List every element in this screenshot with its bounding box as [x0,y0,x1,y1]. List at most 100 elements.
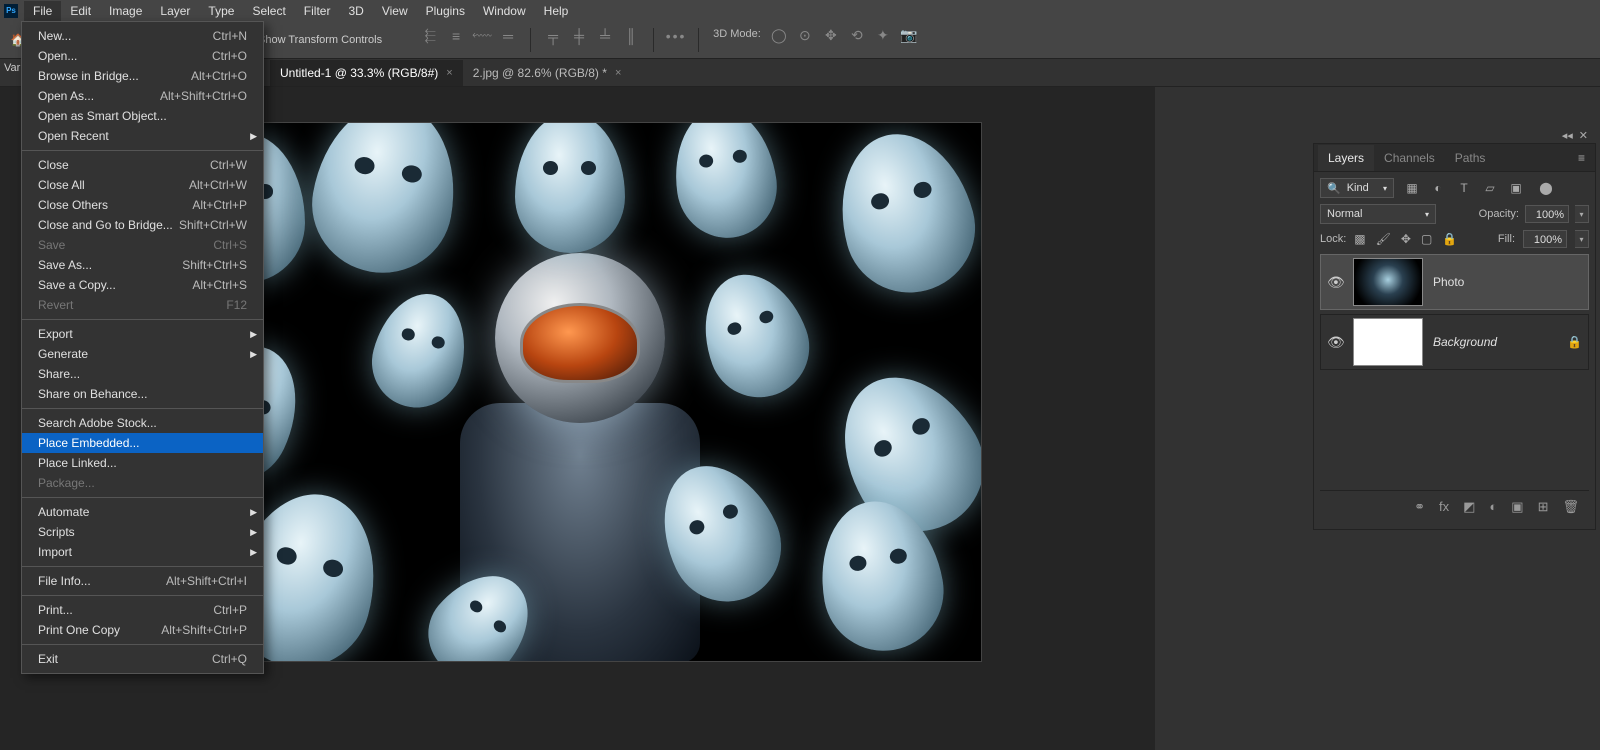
group-icon[interactable]: ▣ [1511,499,1523,515]
filter-type-icon[interactable]: T [1456,181,1472,195]
menu-item-close[interactable]: CloseCtrl+W [22,155,263,175]
menu-item-new[interactable]: New...Ctrl+N [22,26,263,46]
3d-pan-icon[interactable]: ✥ [823,28,839,44]
trash-icon[interactable]: 🗑 [1562,499,1579,515]
menu-item-browse-in-bridge[interactable]: Browse in Bridge...Alt+Ctrl+O [22,66,263,86]
align-bottom-icon[interactable]: ╧ [597,28,613,44]
menu-file[interactable]: File [24,1,61,21]
3d-roll-icon[interactable]: ⊙ [797,28,813,44]
menu-type[interactable]: Type [199,1,243,21]
document-tab-0[interactable]: Untitled-1 @ 33.3% (RGB/8#)× [270,60,463,86]
menu-select[interactable]: Select [243,1,294,21]
menu-window[interactable]: Window [474,1,535,21]
collapse-icon[interactable]: ◂◂ [1562,129,1573,142]
3d-slide-icon[interactable]: ⟲ [849,28,865,44]
align-center-h-icon[interactable]: ≡ [448,28,464,44]
menu-item-place-embedded[interactable]: Place Embedded... [22,433,263,453]
filter-shape-icon[interactable]: ▱ [1482,181,1498,195]
menu-filter[interactable]: Filter [295,1,340,21]
submenu-arrow-icon: ▶ [250,547,257,558]
menu-item-print-one-copy[interactable]: Print One CopyAlt+Shift+Ctrl+P [22,620,263,640]
fx-icon[interactable]: fx [1439,499,1449,515]
more-options-icon[interactable]: ••• [668,28,684,44]
lock-artboard-icon[interactable]: ▢ [1421,232,1432,246]
close-tab-icon[interactable]: × [446,67,452,79]
panel-tab-channels[interactable]: Channels [1374,145,1445,171]
close-panel-icon[interactable]: ✕ [1579,129,1588,142]
menu-plugins[interactable]: Plugins [417,1,474,21]
new-layer-icon[interactable]: ⊞ [1538,499,1549,515]
filter-smart-icon[interactable]: ▣ [1508,181,1524,195]
menu-item-share[interactable]: Share... [22,364,263,384]
menu-item-share-on-behance[interactable]: Share on Behance... [22,384,263,404]
filter-toggle-icon[interactable]: ⬤ [1538,181,1554,195]
menu-item-automate[interactable]: Automate▶ [22,502,263,522]
filter-pixel-icon[interactable]: ▦ [1404,181,1420,195]
fill-value[interactable]: 100% [1523,230,1567,248]
layer-thumbnail[interactable] [1353,318,1423,366]
lock-position-icon[interactable]: ✥ [1401,232,1411,246]
mask-icon[interactable]: ◩ [1463,499,1475,515]
layer-visibility-icon[interactable]: 👁 [1327,274,1343,291]
submenu-arrow-icon: ▶ [250,131,257,142]
menu-item-close-others[interactable]: Close OthersAlt+Ctrl+P [22,195,263,215]
menu-item-open-recent[interactable]: Open Recent▶ [22,126,263,146]
opacity-value[interactable]: 100% [1525,205,1569,223]
menu-item-generate[interactable]: Generate▶ [22,344,263,364]
menu-edit[interactable]: Edit [61,1,100,21]
menu-image[interactable]: Image [100,1,151,21]
menu-item-open-as[interactable]: Open As...Alt+Shift+Ctrl+O [22,86,263,106]
menu-item-save-as[interactable]: Save As...Shift+Ctrl+S [22,255,263,275]
opacity-dropdown[interactable]: ▾ [1575,205,1589,223]
fill-dropdown[interactable]: ▾ [1575,230,1589,248]
lock-transparency-icon[interactable]: ▩ [1354,232,1365,246]
distribute-icon[interactable]: ═ [500,28,516,44]
menu-3d[interactable]: 3D [339,1,372,21]
menu-item-close-all[interactable]: Close AllAlt+Ctrl+W [22,175,263,195]
menu-help[interactable]: Help [535,1,578,21]
link-layers-icon[interactable]: ⚭ [1414,499,1425,515]
panel-tab-layers[interactable]: Layers [1318,145,1374,171]
layer-filter-kind[interactable]: 🔍 Kind ▾ [1320,178,1394,198]
layer-row-1[interactable]: 👁 Background 🔒 [1320,314,1589,370]
lock-all-icon[interactable]: 🔒 [1442,232,1457,246]
menu-item-open-as-smart-object[interactable]: Open as Smart Object... [22,106,263,126]
panel-collapse-controls: ◂◂ ✕ [1562,129,1588,142]
align-top-icon[interactable]: ╤ [545,28,561,44]
lock-icon[interactable]: 🔒 [1567,335,1582,349]
blend-mode-select[interactable]: Normal ▾ [1320,204,1436,224]
menu-item-print[interactable]: Print...Ctrl+P [22,600,263,620]
align-middle-icon[interactable]: ╪ [571,28,587,44]
layer-row-0[interactable]: 👁 Photo [1320,254,1589,310]
distribute-v-icon[interactable]: ║ [623,28,639,44]
layer-name-label[interactable]: Background [1433,335,1497,349]
layer-name-label[interactable]: Photo [1433,275,1464,289]
panel-tab-paths[interactable]: Paths [1445,145,1496,171]
menu-item-exit[interactable]: ExitCtrl+Q [22,649,263,669]
layer-visibility-icon[interactable]: 👁 [1327,334,1343,351]
3d-orbit-icon[interactable]: ◯ [771,28,787,44]
adjustment-icon[interactable]: ◐ [1489,499,1497,515]
panel-menu-icon[interactable]: ≡ [1572,151,1591,165]
menu-item-scripts[interactable]: Scripts▶ [22,522,263,542]
menu-item-search-adobe-stock[interactable]: Search Adobe Stock... [22,413,263,433]
menu-item-save-a-copy[interactable]: Save a Copy...Alt+Ctrl+S [22,275,263,295]
3d-zoom-icon[interactable]: ✦ [875,28,891,44]
menu-item-file-info[interactable]: File Info...Alt+Shift+Ctrl+I [22,571,263,591]
menu-item-import[interactable]: Import▶ [22,542,263,562]
close-tab-icon[interactable]: × [615,67,621,79]
align-left-icon[interactable]: ⬱ [422,28,438,44]
menu-view[interactable]: View [373,1,417,21]
layer-thumbnail[interactable] [1353,258,1423,306]
filter-adjust-icon[interactable]: ◐ [1430,181,1446,195]
menu-item-export[interactable]: Export▶ [22,324,263,344]
menu-item-place-linked[interactable]: Place Linked... [22,453,263,473]
lock-pixels-icon[interactable]: 🖌 [1376,232,1391,246]
document-tab-1[interactable]: 2.jpg @ 82.6% (RGB/8) *× [463,60,632,86]
menu-layer[interactable]: Layer [151,1,199,21]
menu-item-close-and-go-to-bridge[interactable]: Close and Go to Bridge...Shift+Ctrl+W [22,215,263,235]
3d-camera-icon[interactable]: 📷 [901,28,917,44]
menu-item-open[interactable]: Open...Ctrl+O [22,46,263,66]
canvas-image[interactable] [174,122,982,662]
align-right-icon[interactable]: ⬳ [474,28,490,44]
